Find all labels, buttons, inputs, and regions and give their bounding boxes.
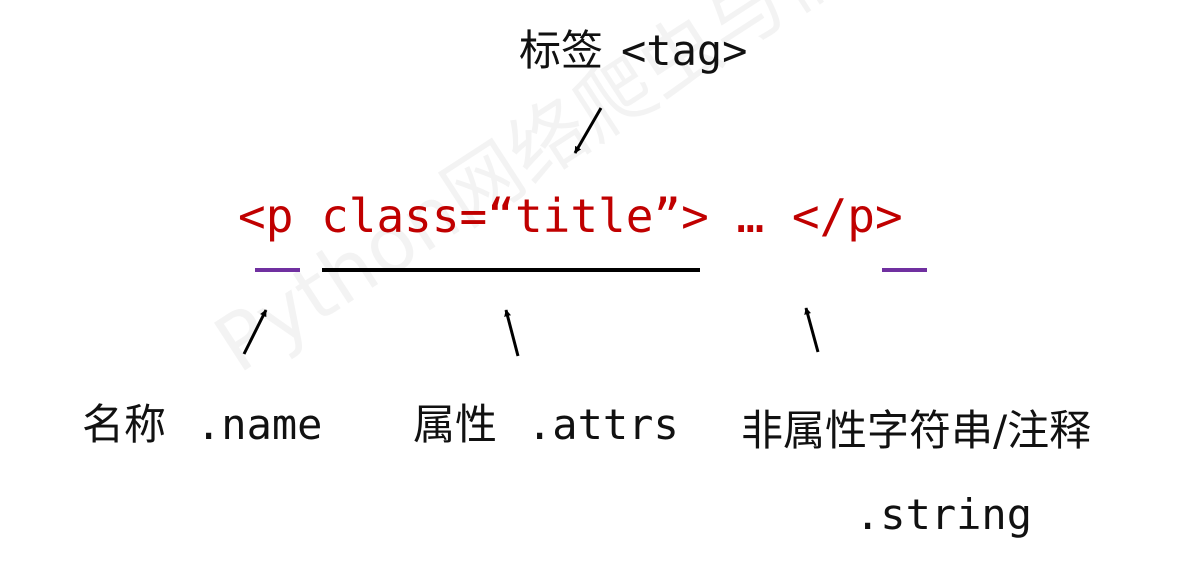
- diagram-overlay: [242, 107, 927, 357]
- tag-arrow: [573, 107, 603, 154]
- name-arrow: [242, 309, 268, 355]
- string-arrow: [804, 307, 820, 353]
- attrs-arrow: [504, 309, 520, 357]
